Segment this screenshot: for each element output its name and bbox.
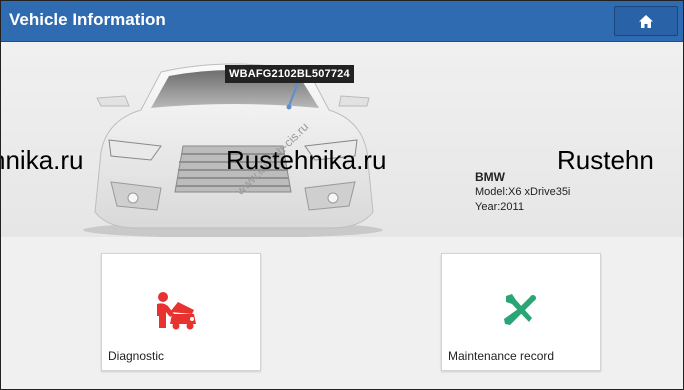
vehicle-hero: WBAFG2102BL507724 BMW Model:X6 xDrive35i… — [1, 42, 683, 237]
function-tiles: Diagnostic Maintenance record — [1, 237, 683, 389]
app-window: Vehicle Information WBAFG2102BL507724 BM… — [0, 0, 684, 390]
diagnostic-label: Diagnostic — [108, 349, 165, 363]
watermark-right: Rustehn — [557, 145, 654, 175]
home-button[interactable] — [614, 6, 678, 36]
home-icon — [639, 14, 653, 28]
vehicle-details: BMW Model:X6 xDrive35i Year:2011 — [475, 170, 570, 215]
vehicle-model: Model:X6 xDrive35i — [475, 186, 571, 198]
watermark-center: Rustehnika.ru — [226, 145, 387, 175]
diagnostic-tile[interactable]: Diagnostic — [101, 253, 261, 371]
watermark-left: hnika.ru — [1, 145, 84, 175]
maintenance-tools-icon — [504, 294, 536, 325]
vehicle-year: Year:2011 — [475, 201, 524, 213]
page-title: Vehicle Information — [9, 10, 166, 29]
maintenance-record-label: Maintenance record — [448, 349, 555, 363]
maintenance-record-tile[interactable]: Maintenance record — [441, 253, 601, 371]
vin-label: WBAFG2102BL507724 — [225, 65, 354, 83]
diagnostic-icon — [157, 292, 196, 330]
title-bar: Vehicle Information — [1, 1, 683, 42]
